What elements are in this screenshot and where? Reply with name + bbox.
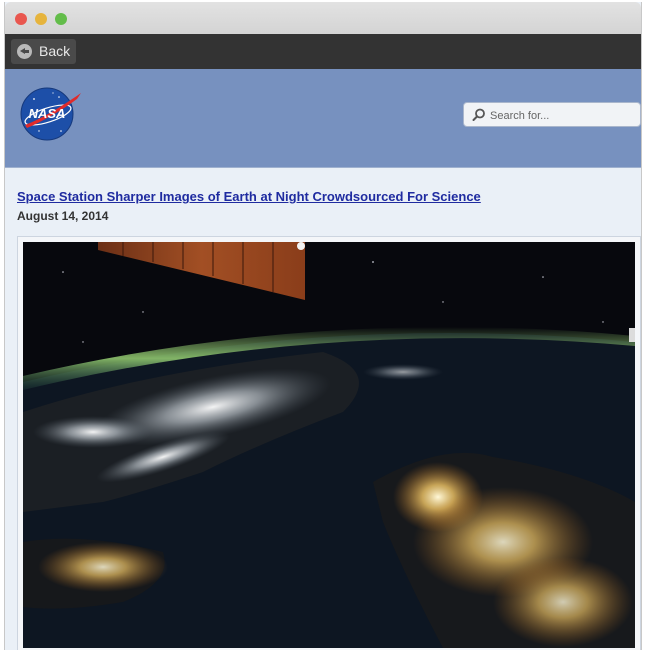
close-window-button[interactable] xyxy=(15,13,27,25)
title-bar xyxy=(5,2,641,34)
article-date: August 14, 2014 xyxy=(17,209,109,223)
back-arrow-circle-icon xyxy=(17,44,32,59)
search-icon xyxy=(472,108,485,121)
maximize-window-button[interactable] xyxy=(55,13,67,25)
navigation-bar: Back xyxy=(5,34,641,69)
nasa-logo[interactable]: NASA xyxy=(17,85,83,143)
browser-window: Back NASA Space Station Sharper Images o… xyxy=(4,2,642,650)
search-input[interactable] xyxy=(488,104,637,127)
minimize-window-button[interactable] xyxy=(35,13,47,25)
earth-at-night-photo[interactable] xyxy=(23,242,635,648)
nasa-logo-text: NASA xyxy=(29,106,66,121)
article-content: Space Station Sharper Images of Earth at… xyxy=(17,188,637,224)
back-button-label: Back xyxy=(39,43,71,59)
site-header: NASA xyxy=(5,69,641,168)
article-title-link[interactable]: Space Station Sharper Images of Earth at… xyxy=(17,188,637,206)
back-button[interactable]: Back xyxy=(11,39,76,64)
search-box[interactable] xyxy=(463,102,641,127)
